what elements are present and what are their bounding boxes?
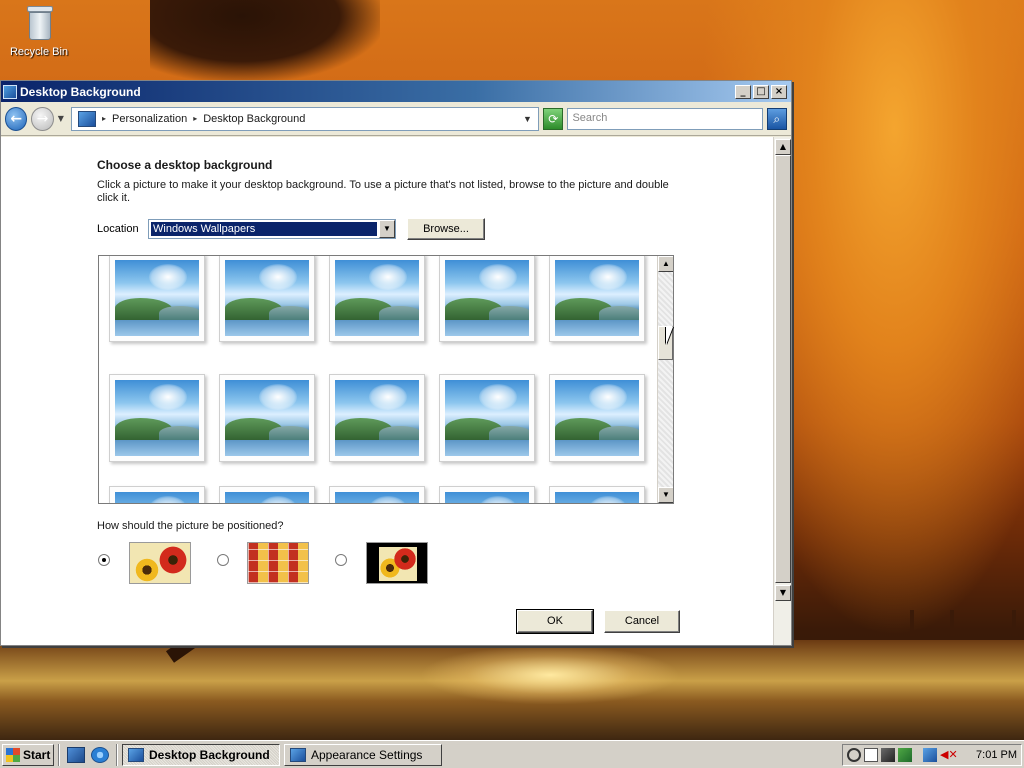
show-desktop-icon[interactable]	[67, 746, 85, 763]
search-icon[interactable]: ⌕	[766, 107, 787, 130]
taskbar-separator	[58, 743, 60, 766]
wallpaper-thumbnail[interactable]	[439, 486, 535, 503]
display-settings-icon	[3, 84, 17, 99]
wallpaper-thumbnail[interactable]	[219, 256, 315, 342]
back-arrow-icon[interactable]: ←	[5, 106, 28, 131]
wallpaper-thumbnail[interactable]	[109, 374, 205, 462]
position-question: How should the picture be positioned?	[97, 520, 284, 532]
position-center-radio[interactable]	[98, 554, 110, 566]
tool-icon[interactable]	[881, 747, 895, 762]
wallpaper-thumbnail[interactable]	[549, 374, 645, 462]
task-label: Appearance Settings	[311, 747, 423, 762]
desktop-wallpaper-palm	[150, 0, 380, 80]
taskbar: Start Desktop Background Appearance Sett…	[0, 740, 1024, 768]
wallpaper-thumbnail[interactable]	[219, 374, 315, 462]
position-tile-radio[interactable]	[217, 554, 229, 566]
desktop-wallpaper-sailboat	[910, 610, 914, 636]
recycle-bin-label: Recycle Bin	[9, 46, 69, 58]
chevron-down-icon[interactable]: ▼	[379, 220, 395, 238]
wallpaper-thumbnail[interactable]	[439, 256, 535, 342]
internet-explorer-icon[interactable]	[91, 746, 109, 763]
wallpaper-thumbnail[interactable]	[549, 256, 645, 342]
cancel-button[interactable]: Cancel	[604, 610, 680, 633]
forward-arrow-icon[interactable]: →	[31, 106, 54, 131]
window-scrollbar[interactable]: ▲ ▼	[773, 137, 791, 645]
page-title: Choose a desktop background	[97, 158, 273, 172]
address-bar[interactable]: ▸ Personalization ▸ Desktop Background ▼	[70, 106, 539, 131]
desktop-wallpaper-sun-reflection	[420, 645, 680, 705]
desktop-wallpaper-sailboat	[950, 610, 954, 636]
wallpaper-thumbnail[interactable]	[549, 486, 645, 503]
taskbar-clock[interactable]: 7:01 PM	[976, 749, 1017, 761]
navigation-bar: ← → ▼ ▸ Personalization ▸ Desktop Backgr…	[1, 102, 791, 136]
wallpaper-thumbnail[interactable]	[329, 486, 425, 503]
window-scrollbar-thumb[interactable]	[775, 155, 791, 583]
gallery-scrollbar[interactable]: ▲ ▼	[657, 256, 673, 503]
page-description: Click a picture to make it your desktop …	[97, 179, 669, 204]
location-label: Location	[97, 223, 139, 235]
stretch-position-icon[interactable]	[366, 542, 428, 584]
window-title: Desktop Background	[20, 84, 141, 99]
recycle-bin-shortcut[interactable]: Recycle Bin	[6, 2, 72, 58]
start-button[interactable]: Start	[2, 743, 54, 766]
address-dropdown-icon[interactable]: ▼	[523, 114, 532, 124]
monitor-icon[interactable]	[923, 747, 937, 762]
wallpaper-thumbnail[interactable]	[109, 486, 205, 503]
wallpaper-thumbnail[interactable]	[329, 374, 425, 462]
scroll-up-icon[interactable]: ▲	[658, 256, 673, 272]
wallpaper-thumbnail[interactable]	[329, 256, 425, 342]
refresh-icon[interactable]: ⟳	[542, 107, 564, 130]
task-label: Desktop Background	[149, 747, 270, 762]
network-icon[interactable]	[898, 747, 912, 762]
table-icon[interactable]	[864, 747, 878, 762]
appearance-settings-icon	[290, 747, 306, 762]
control-panel-icon	[77, 110, 96, 127]
windows-logo-icon	[6, 747, 20, 762]
wallpaper-thumbnail[interactable]	[109, 256, 205, 342]
task-appearance-settings[interactable]: Appearance Settings	[284, 743, 442, 766]
window-titlebar[interactable]: Desktop Background _ □ ×	[1, 81, 791, 102]
wallpaper-gallery: ▲ ▼	[98, 255, 674, 504]
center-position-icon[interactable]	[129, 542, 191, 584]
mouse-pointer-icon	[666, 327, 673, 345]
ok-button[interactable]: OK	[516, 609, 594, 634]
scroll-down-icon[interactable]: ▼	[658, 487, 673, 503]
volume-muted-icon[interactable]: ◀✕	[940, 748, 958, 762]
desktop-background-window: Desktop Background _ □ × ← → ▼ ▸ Persona…	[0, 80, 792, 646]
tile-position-icon[interactable]	[247, 542, 309, 584]
start-label: Start	[23, 747, 51, 762]
history-dropdown-icon[interactable]: ▼	[58, 114, 67, 123]
recycle-bin-icon	[23, 2, 55, 42]
taskbar-separator	[116, 743, 118, 766]
content-pane: Choose a desktop background Click a pict…	[1, 137, 773, 645]
display-settings-icon	[128, 747, 144, 762]
clock-utility-icon[interactable]	[847, 747, 861, 762]
search-input[interactable]: Search	[567, 107, 763, 130]
breadcrumb-desktop-background[interactable]: Desktop Background	[203, 113, 305, 125]
close-button[interactable]: ×	[771, 84, 787, 99]
wallpaper-thumbnail[interactable]	[439, 374, 535, 462]
minimize-button[interactable]: _	[735, 84, 751, 99]
scroll-down-icon[interactable]: ▼	[775, 585, 791, 601]
task-desktop-background[interactable]: Desktop Background	[122, 743, 280, 766]
location-dropdown[interactable]: Windows Wallpapers ▼	[148, 219, 396, 239]
browse-button[interactable]: Browse...	[407, 218, 485, 240]
wallpaper-thumbnail[interactable]	[219, 486, 315, 503]
breadcrumb-separator-icon[interactable]: ▸	[193, 114, 197, 123]
system-tray: ◀✕ 7:01 PM	[842, 743, 1022, 766]
position-stretch-radio[interactable]	[335, 554, 347, 566]
breadcrumb-personalization[interactable]: Personalization	[112, 113, 187, 125]
location-selected-value: Windows Wallpapers	[151, 222, 377, 236]
desktop-wallpaper-sailboat	[1012, 610, 1016, 636]
scroll-up-icon[interactable]: ▲	[775, 139, 791, 155]
breadcrumb-separator-icon[interactable]: ▸	[102, 114, 106, 123]
maximize-button[interactable]: □	[753, 84, 769, 99]
